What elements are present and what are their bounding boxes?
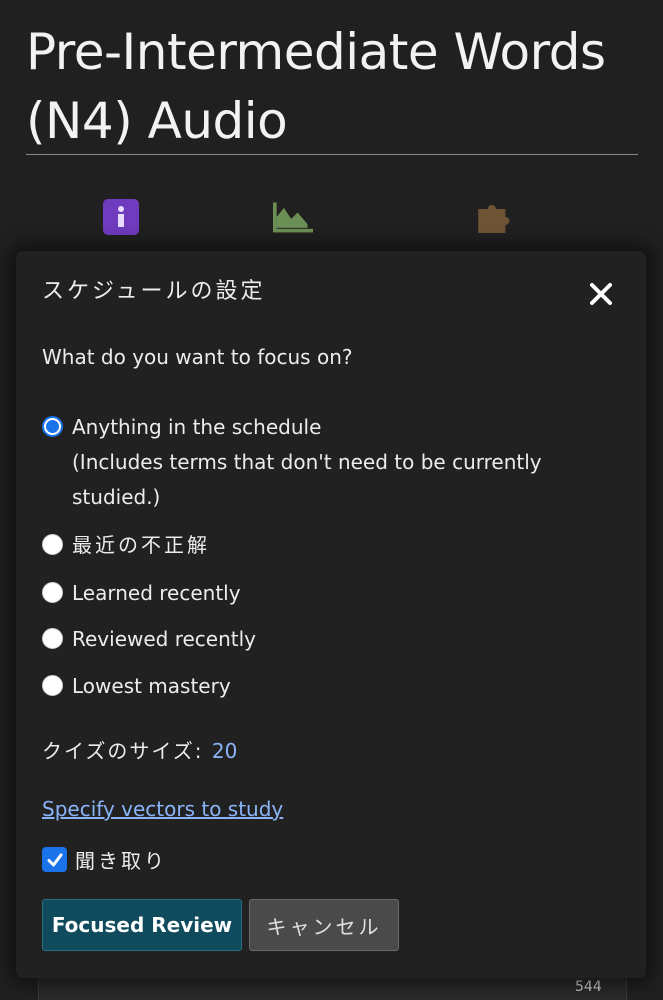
page-title: Pre-Intermediate Words (N4) Audio xyxy=(26,23,606,150)
schedule-settings-dialog: スケジュールの設定 What do you want to focus on? … xyxy=(16,251,646,978)
focused-review-button[interactable]: Focused Review xyxy=(42,899,242,951)
option-label: Anything in the schedule xyxy=(72,415,322,439)
radio-button[interactable] xyxy=(42,582,63,603)
option-description: (Includes terms that don't need to be cu… xyxy=(72,450,542,509)
option-label: 最近の不正解 xyxy=(72,533,210,557)
info-icon[interactable] xyxy=(101,197,141,237)
page: Pre-Intermediate Words (N4) Audio 544 スケ… xyxy=(0,0,663,1000)
option-label: Reviewed recently xyxy=(72,627,257,651)
specify-vectors-link[interactable]: Specify vectors to study xyxy=(42,797,283,821)
quiz-size-setting: クイズのサイズ: 20 xyxy=(42,735,237,764)
chart-icon[interactable] xyxy=(273,197,313,237)
quiz-size-label: クイズのサイズ: xyxy=(42,739,204,763)
option-anything-in-schedule[interactable]: Anything in the schedule (Includes terms… xyxy=(42,413,572,515)
title-divider xyxy=(26,154,638,155)
background-count: 544 xyxy=(575,979,602,995)
close-icon[interactable] xyxy=(586,279,616,309)
option-reviewed-recently[interactable]: Reviewed recently xyxy=(42,625,256,657)
option-learned-recently[interactable]: Learned recently xyxy=(42,579,241,611)
radio-button[interactable] xyxy=(42,628,63,649)
option-label: Lowest mastery xyxy=(72,674,231,698)
checkbox-checked[interactable] xyxy=(42,847,67,872)
radio-button[interactable] xyxy=(42,534,63,555)
cancel-button[interactable]: キャンセル xyxy=(249,899,399,951)
puzzle-icon[interactable] xyxy=(475,197,515,237)
listening-checkbox-row[interactable]: 聞き取り xyxy=(42,845,167,874)
quiz-size-value[interactable]: 20 xyxy=(212,739,237,763)
radio-button[interactable] xyxy=(42,675,63,696)
check-icon xyxy=(47,853,62,866)
option-label: Learned recently xyxy=(72,581,241,605)
focus-question: What do you want to focus on? xyxy=(42,345,353,369)
option-lowest-mastery[interactable]: Lowest mastery xyxy=(42,672,231,704)
option-recent-mistakes[interactable]: 最近の不正解 xyxy=(42,531,210,563)
background-list-strip xyxy=(38,975,627,1000)
dialog-title: スケジュールの設定 xyxy=(42,279,266,304)
checkbox-label: 聞き取り xyxy=(75,849,167,873)
radio-button-checked[interactable] xyxy=(42,416,63,437)
